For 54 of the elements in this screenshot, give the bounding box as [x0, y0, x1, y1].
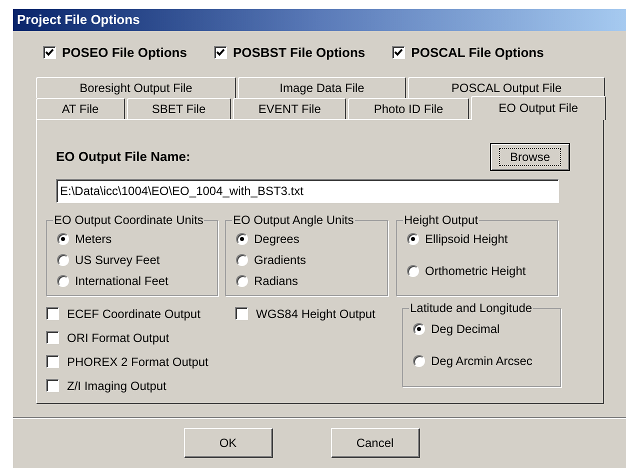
checkbox-label: PHOREX 2 Format Output [67, 354, 208, 370]
group-title: EO Output Coordinate Units [53, 212, 204, 226]
checkbox-label: POSBST File Options [232, 44, 366, 62]
radio-label: US Survey Feet [75, 252, 160, 268]
checkbox-label: ORI Format Output [67, 330, 170, 346]
radio-button[interactable] [407, 264, 419, 276]
radio-label: Deg Decimal [431, 320, 500, 338]
tab[interactable]: EVENT File [232, 98, 346, 118]
checkbox-label: ECEF Coordinate Output [67, 306, 200, 322]
radio-label: Radians [254, 272, 298, 290]
tab[interactable]: POSCAL Output File [408, 76, 605, 98]
radio-button[interactable] [57, 274, 69, 286]
file-name-field[interactable]: E:\Data\icc\1004\EO\EO_1004_with_BST3.txt [56, 178, 559, 202]
checkbox[interactable] [46, 379, 59, 392]
checkbox[interactable] [235, 307, 248, 320]
radio-label: Meters [75, 230, 112, 248]
radio-button[interactable] [236, 232, 248, 244]
radio-button[interactable] [236, 274, 248, 286]
field-label: EO Output File Name: [56, 148, 190, 166]
group-title: Height Output [403, 212, 480, 226]
tab[interactable]: EO Output File [470, 96, 606, 120]
tab[interactable]: Photo ID File [348, 98, 469, 118]
tab[interactable]: AT File [36, 98, 125, 118]
radio-label: Deg Arcmin Arcsec [431, 352, 532, 370]
checkbox[interactable] [46, 331, 59, 344]
radio-label: Gradients [254, 252, 306, 268]
checkbox[interactable] [392, 46, 406, 60]
tab[interactable]: SBET File [126, 98, 231, 118]
radio-button[interactable] [413, 354, 425, 366]
radio-button[interactable] [236, 254, 248, 266]
tab[interactable]: Image Data File [238, 76, 406, 98]
checkbox-label: POSCAL File Options [411, 44, 544, 62]
radio-button[interactable] [407, 232, 419, 244]
dialog-button[interactable]: Cancel [330, 428, 420, 458]
radio-button[interactable] [57, 254, 69, 266]
checkbox[interactable] [46, 355, 59, 368]
checkbox-label: POSEO File Options [62, 44, 187, 62]
checkbox-label: Z/I Imaging Output [67, 378, 166, 394]
radio-button[interactable] [413, 322, 425, 334]
radio-label: Ellipsoid Height [425, 230, 508, 248]
window-title: Project File Options [17, 11, 140, 30]
checkbox[interactable] [46, 307, 59, 320]
checkbox[interactable] [43, 46, 56, 60]
radio-label: Degrees [254, 230, 300, 248]
radio-label: International Feet [75, 272, 168, 290]
browse-button[interactable]: Browse [490, 142, 570, 170]
dialog-button[interactable]: OK [184, 428, 272, 458]
radio-label: Orthometric Height [425, 262, 526, 280]
group-title: Latitude and Longitude [409, 300, 534, 314]
checkbox-label: WGS84 Height Output [256, 306, 376, 322]
group-title: EO Output Angle Units [232, 212, 355, 226]
tab[interactable]: Boresight Output File [36, 76, 236, 98]
checkbox[interactable] [214, 46, 227, 60]
radio-button[interactable] [57, 232, 69, 244]
